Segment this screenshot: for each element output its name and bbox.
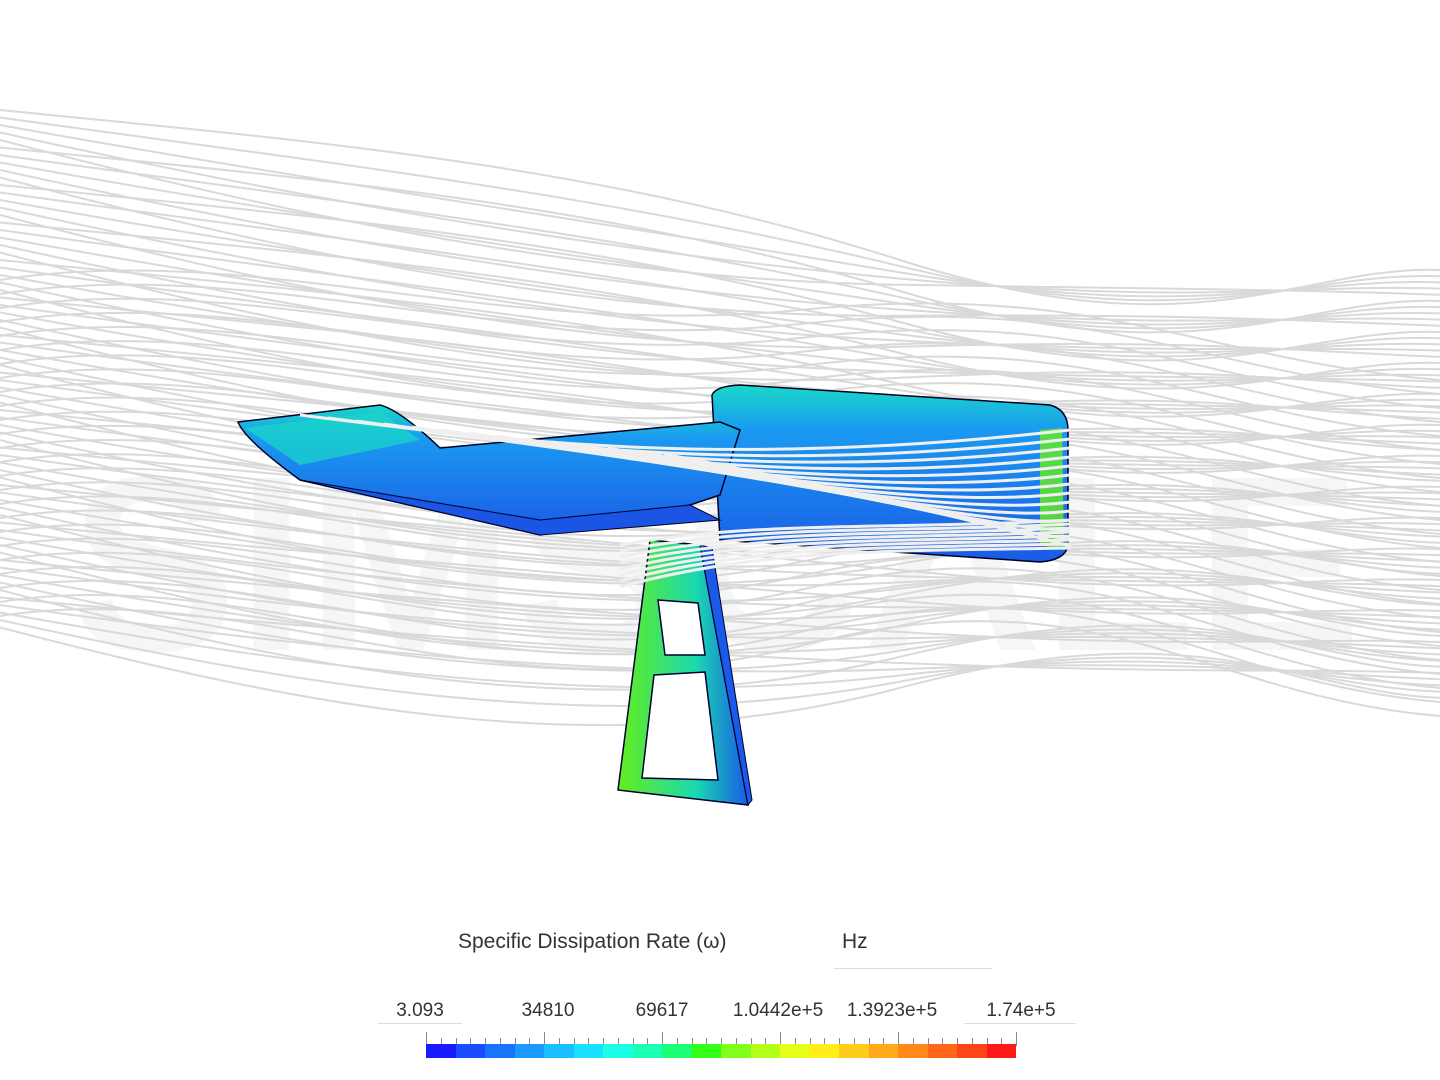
min-input-underline <box>378 1023 462 1024</box>
max-input-underline <box>964 1023 1076 1024</box>
colorbar-segment <box>691 1044 721 1058</box>
colorbar-segment <box>986 1044 1016 1058</box>
colorbar-segment <box>868 1044 898 1058</box>
colorbar-segment <box>750 1044 780 1058</box>
3d-viewport[interactable]: SIMSCALE <box>0 0 1440 900</box>
tick-label-2: 34810 <box>521 1000 575 1021</box>
colorbar-segment <box>426 1044 456 1058</box>
colorbar-segment <box>957 1044 987 1058</box>
colorbar <box>426 1044 1016 1058</box>
colorbar-segment <box>839 1044 869 1058</box>
tick-label-3: 69617 <box>635 1000 689 1021</box>
colorbar-segment <box>632 1044 662 1058</box>
tick-label-5: 1.3923e+5 <box>846 1000 938 1021</box>
tick-label-max[interactable]: 1.74e+5 <box>986 1000 1055 1022</box>
legend-title: Specific Dissipation Rate (ω) <box>458 930 727 953</box>
tick-label-min[interactable]: 3.093 <box>396 1000 444 1022</box>
colorbar-segment <box>455 1044 485 1058</box>
streamline <box>0 139 1440 296</box>
colorbar-segment <box>514 1044 544 1058</box>
colorbar-segment <box>780 1044 810 1058</box>
colorbar-segment <box>603 1044 633 1058</box>
colorbar-segment <box>662 1044 692 1058</box>
colorbar-segment <box>485 1044 515 1058</box>
colorbar-segment <box>721 1044 751 1058</box>
colorbar-segment <box>809 1044 839 1058</box>
legend-unit[interactable]: Hz <box>842 930 868 954</box>
colorbar-segment <box>573 1044 603 1058</box>
colorbar-segment <box>544 1044 574 1058</box>
tick-label-4: 1.0442e+5 <box>732 1000 824 1021</box>
unit-underline <box>834 968 992 969</box>
simulation-render: SIMSCALE <box>0 109 1440 807</box>
colorbar-segment <box>927 1044 957 1058</box>
colorbar-segment <box>898 1044 928 1058</box>
color-legend: Specific Dissipation Rate (ω) Hz 3.093 3… <box>370 920 1090 1070</box>
colorbar-tick <box>1016 1032 1017 1046</box>
